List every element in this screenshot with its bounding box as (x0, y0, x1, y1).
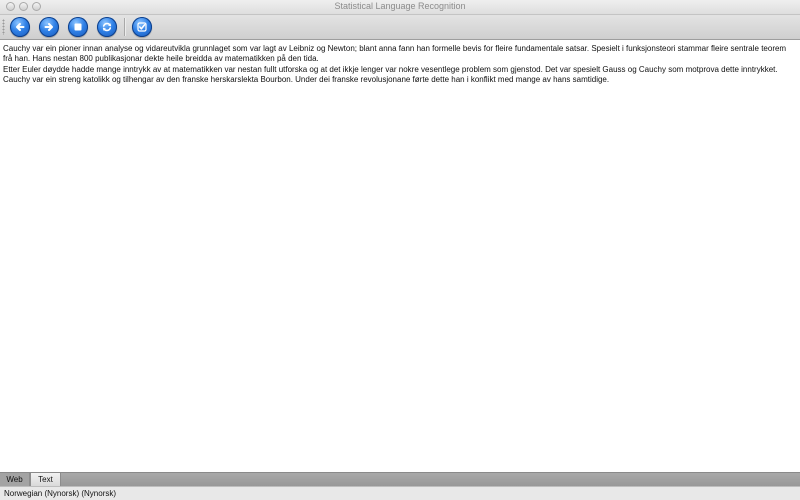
window-title: Statistical Language Recognition (334, 1, 466, 11)
paragraph: Cauchy var ein pioner innan analyse og v… (3, 44, 787, 64)
paragraph: Cauchy var ein streng katolikk og tilhen… (3, 75, 610, 85)
detected-language-status: Norwegian (Nynorsk) (Nynorsk) (4, 489, 117, 498)
forward-arrow-icon (44, 23, 53, 31)
reload-icon (102, 22, 112, 32)
title-bar: Statistical Language Recognition (0, 0, 800, 15)
back-button[interactable] (10, 17, 30, 37)
view-tab-bar: Web Text (0, 472, 800, 486)
tab-text[interactable]: Text (30, 473, 61, 486)
check-icon (137, 22, 147, 32)
paragraph: Etter Euler døydde hadde mange inntrykk … (3, 64, 778, 74)
toolbar-separator (124, 18, 125, 36)
tab-web[interactable]: Web (0, 473, 30, 486)
stop-icon (74, 23, 82, 31)
stop-button[interactable] (68, 17, 88, 37)
toolbar-grip-icon (2, 19, 5, 35)
back-arrow-icon (16, 23, 25, 31)
recognize-button[interactable] (132, 17, 152, 37)
forward-button[interactable] (39, 17, 59, 37)
status-bar: Norwegian (Nynorsk) (Nynorsk) (0, 486, 800, 500)
toolbar (0, 15, 800, 40)
text-content-area[interactable]: Cauchy var ein pioner innan analyse og v… (0, 40, 800, 472)
reload-button[interactable] (97, 17, 117, 37)
